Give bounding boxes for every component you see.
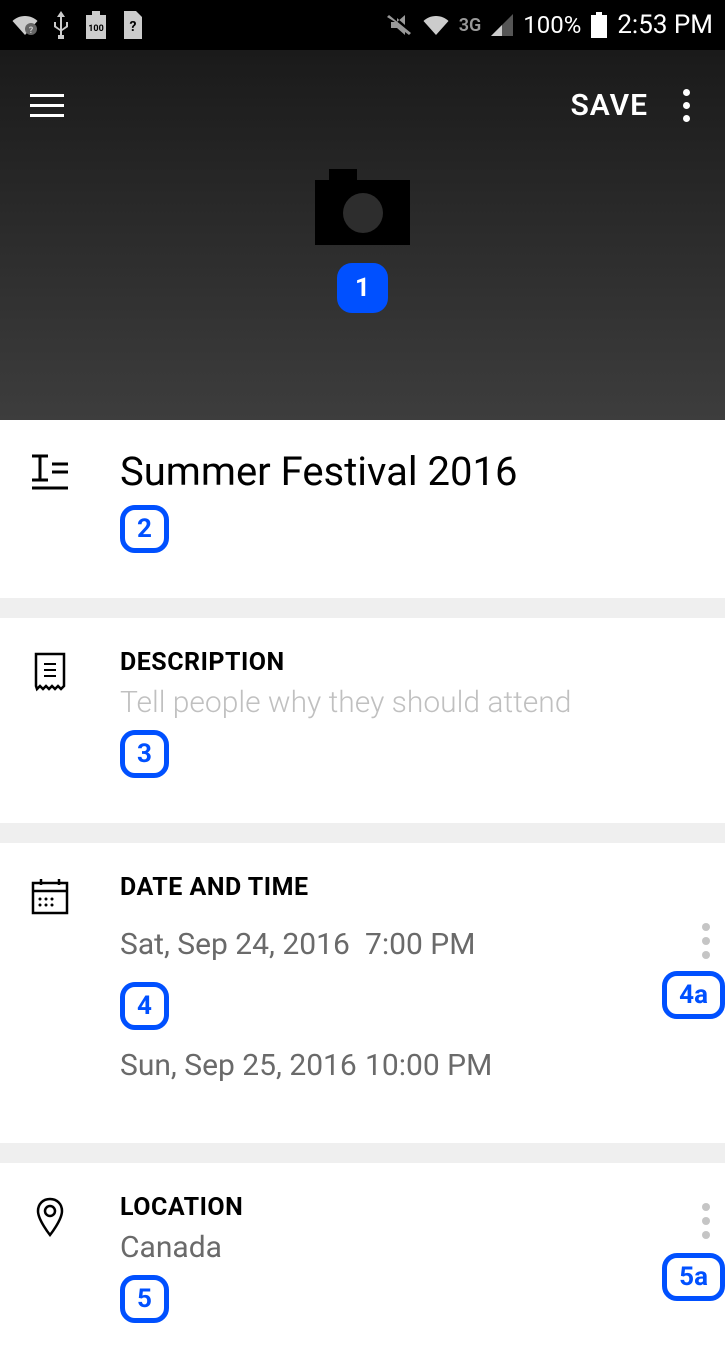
hint-badge-4a: 4a [662, 971, 725, 1019]
battery-100-icon: 100 [84, 11, 108, 39]
usb-icon [52, 11, 70, 39]
start-date[interactable]: Sat, Sep 24, 2016 [120, 927, 365, 962]
calendar-icon [30, 877, 70, 915]
more-options-icon[interactable] [678, 84, 695, 127]
svg-text:?: ? [130, 19, 137, 35]
start-time[interactable]: 7:00 PM [365, 927, 475, 962]
description-section[interactable]: DESCRIPTION Tell people why they should … [0, 618, 725, 843]
battery-full-icon [591, 12, 607, 38]
signal-icon [491, 14, 513, 36]
svg-text:?: ? [29, 26, 34, 36]
event-title-input[interactable]: Summer Festival 2016 [120, 448, 695, 495]
datetime-more-icon[interactable] [702, 923, 710, 959]
location-more-icon[interactable] [702, 1203, 710, 1239]
hint-badge-2: 2 [120, 505, 169, 553]
network-3g-icon: 3G [459, 15, 482, 36]
header-section: SAVE 1 [0, 50, 725, 420]
hint-badge-5: 5 [120, 1275, 169, 1323]
description-label: DESCRIPTION [120, 648, 695, 677]
hint-badge-3: 3 [120, 730, 169, 778]
svg-text:100: 100 [88, 24, 104, 34]
description-input[interactable]: Tell people why they should attend [120, 685, 695, 720]
location-pin-icon [30, 1197, 70, 1237]
end-datetime-row[interactable]: Sun, Sep 25, 2016 10:00 PM [120, 1048, 695, 1083]
end-time[interactable]: 10:00 PM [365, 1048, 492, 1083]
end-date[interactable]: Sun, Sep 25, 2016 [120, 1048, 365, 1083]
location-value[interactable]: Canada [120, 1230, 695, 1265]
wifi-help-icon: ? [12, 14, 38, 36]
location-label: LOCATION [120, 1193, 695, 1222]
title-icon [30, 454, 70, 490]
battery-percent: 100% [523, 11, 581, 39]
app-bar: SAVE [0, 50, 725, 160]
hamburger-menu-icon[interactable] [30, 94, 64, 117]
description-icon [30, 652, 70, 692]
status-bar-right: 3G 100% 2:53 PM [387, 10, 713, 40]
title-section[interactable]: Summer Festival 2016 2 [0, 420, 725, 618]
datetime-section[interactable]: DATE AND TIME Sat, Sep 24, 2016 7:00 PM … [0, 843, 725, 1163]
start-datetime-row[interactable]: Sat, Sep 24, 2016 7:00 PM [120, 927, 695, 962]
hint-badge-5a: 5a [662, 1253, 725, 1301]
camera-icon[interactable] [315, 180, 410, 245]
content-area: Summer Festival 2016 2 DESCRIPTION Tell … [0, 420, 725, 1353]
status-time: 2:53 PM [617, 10, 713, 40]
location-section[interactable]: LOCATION Canada 5 5a [0, 1163, 725, 1353]
save-button[interactable]: SAVE [570, 88, 648, 123]
hint-badge-1: 1 [337, 263, 388, 313]
muted-icon [387, 13, 413, 37]
datetime-label: DATE AND TIME [120, 873, 695, 902]
status-bar: ? 100 ? 3G 100% 2:53 PM [0, 0, 725, 50]
file-unknown-icon: ? [122, 11, 144, 39]
wifi-icon [423, 14, 449, 36]
status-bar-left: ? 100 ? [12, 11, 144, 39]
hint-badge-4: 4 [120, 982, 169, 1030]
image-picker-area[interactable]: 1 [0, 180, 725, 313]
